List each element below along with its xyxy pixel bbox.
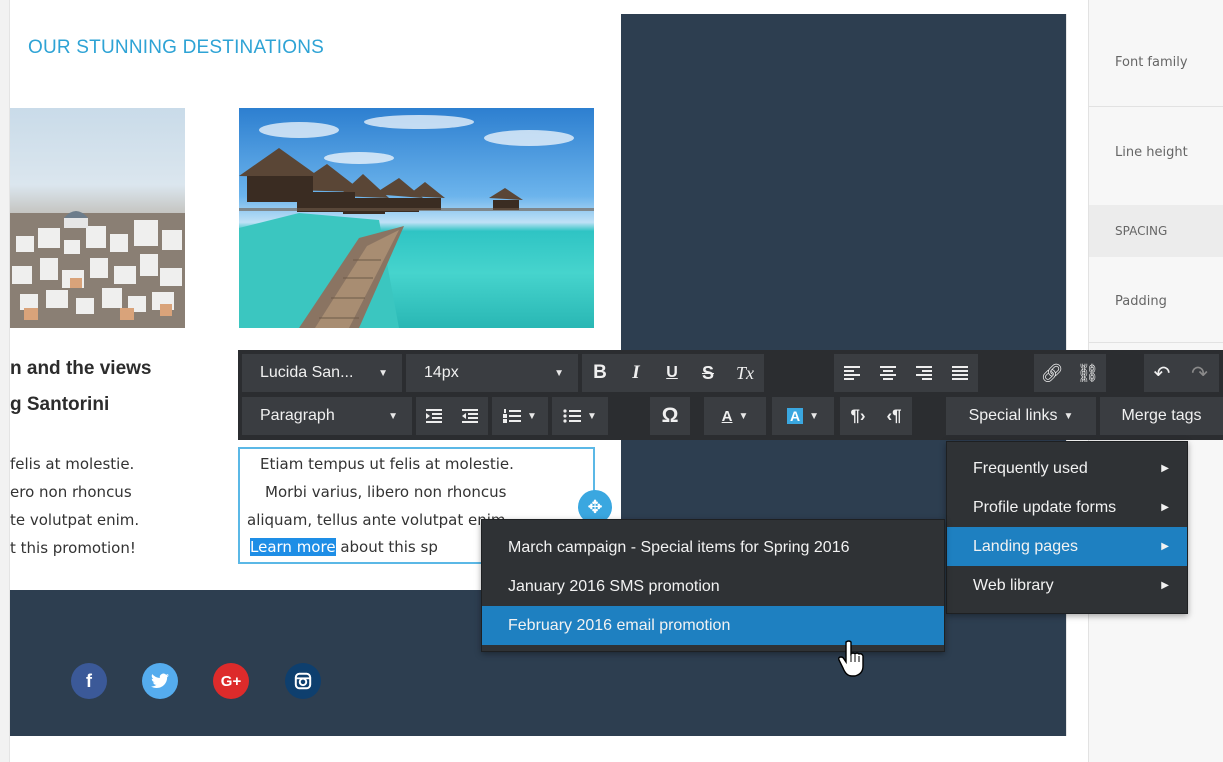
card-body-line[interactable]: felis at molestie. xyxy=(10,455,134,473)
text-color-button[interactable]: A ▼ xyxy=(704,397,766,435)
chevron-down-icon: ▼ xyxy=(587,410,597,422)
card-body-line[interactable]: Morbi varius, libero non rhoncus xyxy=(265,483,507,501)
spacing-header: SPACING xyxy=(1089,205,1223,257)
chevron-down-icon: ▼ xyxy=(809,410,820,422)
bullet-list-icon xyxy=(563,409,582,423)
menu-item-frequently-used[interactable]: Frequently used ▶ xyxy=(947,449,1187,488)
learn-more-link[interactable]: Learn more xyxy=(250,538,336,556)
underline-button[interactable]: U xyxy=(654,354,690,392)
canvas-left-gutter xyxy=(0,0,10,762)
chevron-down-icon: ▼ xyxy=(738,410,749,422)
link-icon[interactable]: 🔗︎ xyxy=(1034,354,1070,392)
menu-item-label: Frequently used xyxy=(973,459,1088,477)
redo-icon[interactable]: ↷ xyxy=(1180,354,1219,392)
card-body-line[interactable]: te volutpat enim. xyxy=(10,511,139,529)
chevron-down-icon: ▼ xyxy=(1063,410,1074,422)
line-height-label[interactable]: Line height xyxy=(1089,108,1223,196)
landing-page-item[interactable]: March campaign - Special items for Sprin… xyxy=(482,528,944,567)
card-body-line[interactable]: ero non rhoncus xyxy=(10,483,132,501)
strikethrough-button[interactable]: S xyxy=(690,354,726,392)
bold-button[interactable]: B xyxy=(582,354,618,392)
numbered-list-button[interactable]: ▼ xyxy=(492,397,548,435)
menu-item-label: Web library xyxy=(973,576,1054,594)
bullet-list-button[interactable]: ▼ xyxy=(552,397,608,435)
maldives-image[interactable] xyxy=(239,108,594,328)
special-character-button[interactable]: Ω xyxy=(650,397,690,435)
chevron-right-icon: ▶ xyxy=(1161,463,1169,474)
landing-pages-submenu: March campaign - Special items for Sprin… xyxy=(481,519,945,652)
chevron-down-icon: ▼ xyxy=(378,367,388,379)
link-trailing-text: about this sp xyxy=(335,538,438,556)
card-body-line[interactable]: t this promotion! xyxy=(10,539,136,557)
card-body-line[interactable]: Etiam tempus ut felis at molestie. xyxy=(260,455,514,473)
numbered-list-icon xyxy=(503,409,522,423)
rich-text-toolbar: Lucida San... ▼ 14px ▼ B I U S Tx 🔗︎ ⛓︎ ↶ … xyxy=(238,350,1223,440)
chevron-right-icon: ▶ xyxy=(1161,580,1169,591)
google-plus-icon[interactable]: G+ xyxy=(213,663,249,699)
unlink-icon[interactable]: ⛓︎ xyxy=(1070,354,1106,392)
menu-item-label: Profile update forms xyxy=(973,498,1117,516)
italic-button[interactable]: I xyxy=(618,354,654,392)
background-color-button[interactable]: A ▼ xyxy=(772,397,834,435)
font-size-value: 14px xyxy=(424,364,459,381)
special-links-button[interactable]: Special links ▼ xyxy=(946,397,1096,435)
align-right-icon[interactable] xyxy=(906,354,942,392)
menu-item-label: Landing pages xyxy=(973,537,1078,555)
menu-item-profile-update-forms[interactable]: Profile update forms ▶ xyxy=(947,488,1187,527)
landing-page-item[interactable]: February 2016 email promotion xyxy=(482,606,944,645)
font-family-label[interactable]: Font family xyxy=(1089,18,1223,106)
chevron-down-icon: ▼ xyxy=(527,410,537,422)
chevron-down-icon: ▼ xyxy=(388,410,398,422)
special-links-label: Special links xyxy=(968,407,1058,424)
panel-divider xyxy=(1089,342,1223,343)
block-format-select[interactable]: Paragraph ▼ xyxy=(242,397,412,435)
twitter-icon[interactable] xyxy=(142,663,178,699)
align-center-icon[interactable] xyxy=(870,354,906,392)
instagram-icon[interactable] xyxy=(285,663,321,699)
chevron-right-icon: ▶ xyxy=(1161,502,1169,513)
text-color-icon: A xyxy=(721,407,733,425)
font-size-select[interactable]: 14px ▼ xyxy=(406,354,578,392)
santorini-image[interactable] xyxy=(10,108,185,328)
section-title[interactable]: OUR STUNNING DESTINATIONS xyxy=(28,37,324,59)
card-body-line[interactable]: Learn more about this sp xyxy=(250,538,438,556)
card-heading-line[interactable]: g Santorini xyxy=(10,394,109,416)
background-color-icon: A xyxy=(786,408,804,424)
clear-formatting-button[interactable]: Tx xyxy=(726,354,764,392)
block-format-value: Paragraph xyxy=(260,407,335,424)
padding-label[interactable]: Padding xyxy=(1089,260,1223,342)
merge-tags-button[interactable]: Merge tags xyxy=(1100,397,1223,435)
outdent-icon[interactable] xyxy=(416,397,452,435)
panel-divider xyxy=(1089,106,1223,107)
font-family-value: Lucida San... xyxy=(260,364,354,381)
ltr-direction-icon[interactable]: ¶› xyxy=(840,397,876,435)
rtl-direction-icon[interactable]: ‹¶ xyxy=(876,397,912,435)
menu-item-web-library[interactable]: Web library ▶ xyxy=(947,566,1187,605)
landing-page-item[interactable]: January 2016 SMS promotion xyxy=(482,567,944,606)
facebook-icon[interactable]: f xyxy=(71,663,107,699)
card-heading-line[interactable]: n and the views xyxy=(10,358,151,380)
align-justify-icon[interactable] xyxy=(942,354,978,392)
special-links-menu: Frequently used ▶ Profile update forms ▶ L… xyxy=(946,441,1188,614)
font-family-select[interactable]: Lucida San... ▼ xyxy=(242,354,402,392)
chevron-right-icon: ▶ xyxy=(1161,541,1169,552)
chevron-down-icon: ▼ xyxy=(554,367,564,379)
menu-item-landing-pages[interactable]: Landing pages ▶ xyxy=(947,527,1187,566)
undo-icon[interactable]: ↶ xyxy=(1144,354,1180,392)
indent-icon[interactable] xyxy=(452,397,488,435)
align-left-icon[interactable] xyxy=(834,354,870,392)
hand-cursor-icon xyxy=(838,640,864,677)
card-body-line[interactable]: aliquam, tellus ante volutpat enim. xyxy=(247,511,510,529)
